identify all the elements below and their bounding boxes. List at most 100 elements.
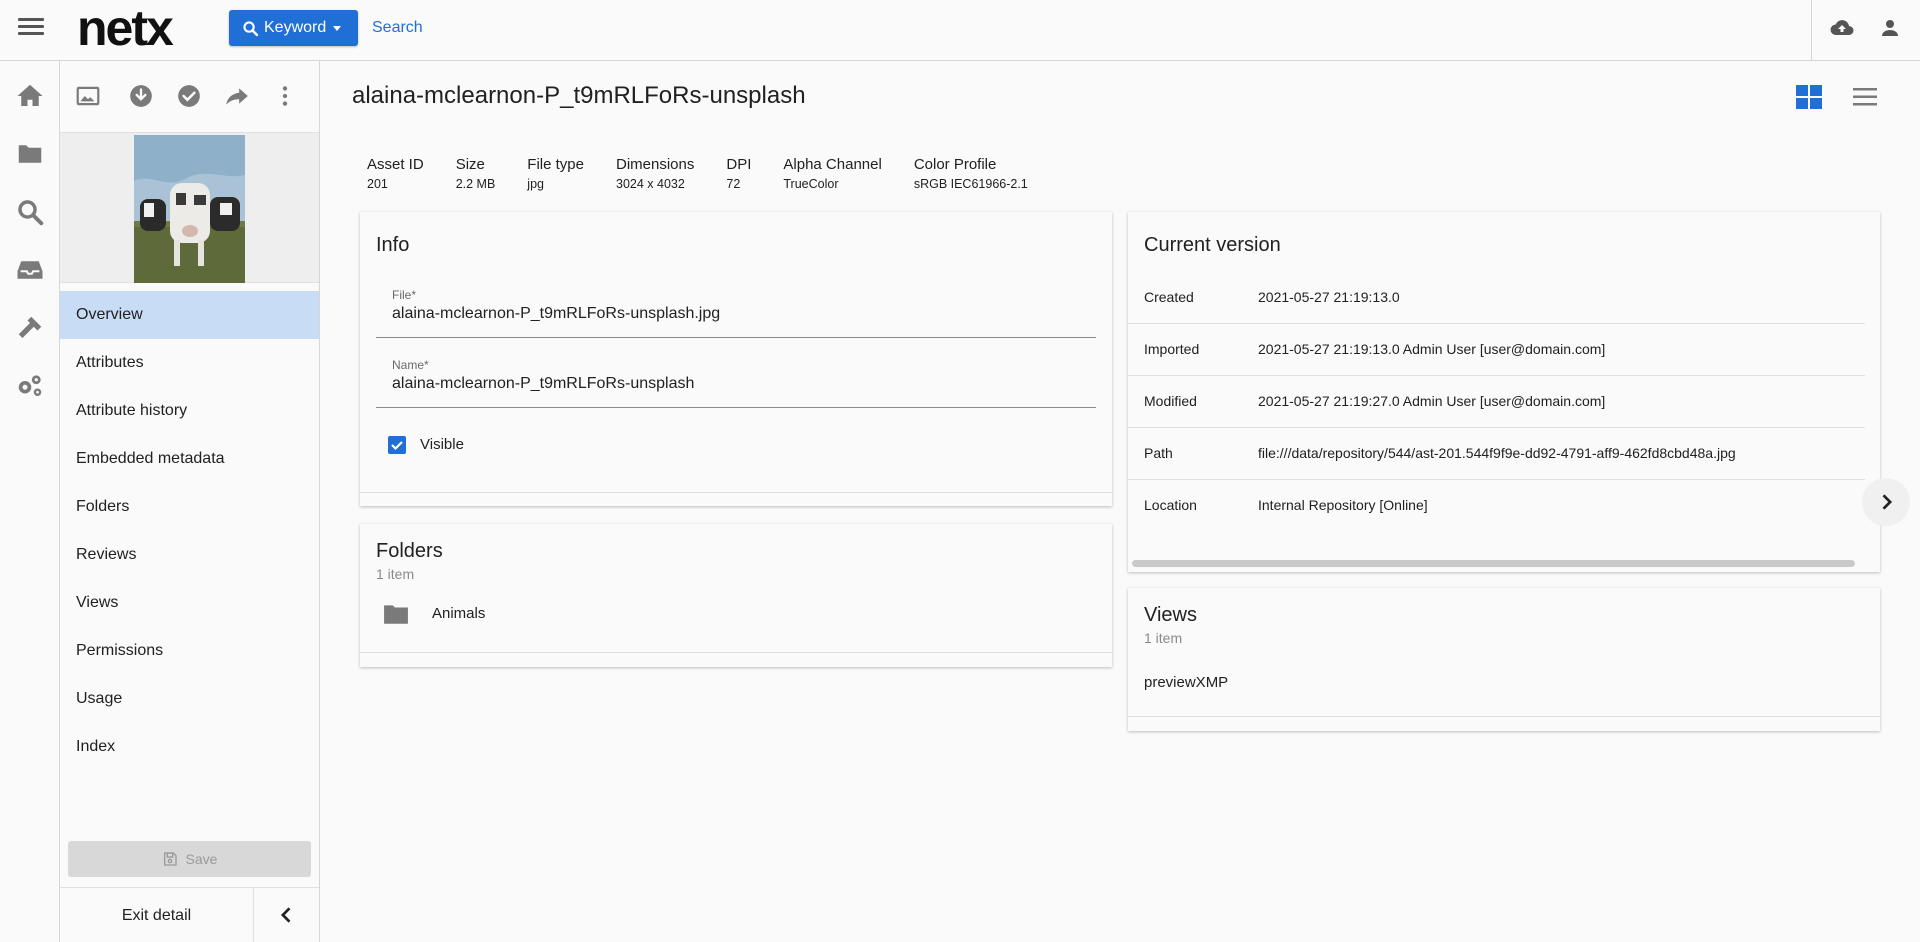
nav-item-reviews[interactable]: Reviews [60, 531, 319, 579]
inbox-icon[interactable] [15, 255, 45, 285]
share-icon[interactable] [224, 83, 250, 109]
name-field-label: Name* [392, 358, 429, 372]
name-input[interactable] [392, 372, 1082, 396]
hamburger-menu-icon[interactable] [18, 15, 44, 41]
nav-item-overview[interactable]: Overview [60, 291, 319, 339]
list-view-icon[interactable] [1851, 84, 1879, 110]
nav-item-attribute-history[interactable]: Attribute history [60, 387, 319, 435]
file-input[interactable] [392, 302, 1082, 326]
folders-card-title: Folders [376, 540, 443, 562]
info-card-title: Info [376, 234, 410, 256]
meta-file-type: File type jpg [527, 156, 584, 191]
chevron-left-icon [280, 907, 291, 923]
meta-size: Size 2.2 MB [456, 156, 496, 191]
save-button-label: Save [185, 851, 218, 867]
visible-label: Visible [420, 436, 464, 453]
image-icon[interactable] [75, 83, 101, 109]
views-card-title: Views [1144, 604, 1197, 626]
next-asset-button[interactable] [1862, 478, 1910, 526]
version-value: 2021-05-27 21:19:13.0 Admin User [user@d… [1258, 341, 1606, 357]
meta-value: jpg [527, 177, 544, 191]
meta-dpi: DPI 72 [726, 156, 751, 191]
search-icon[interactable] [15, 197, 45, 227]
save-icon [163, 852, 177, 866]
meta-value: sRGB IEC61966-2.1 [913, 177, 1028, 191]
keyword-dropdown-button[interactable]: Keyword [229, 10, 358, 46]
gears-icon[interactable] [15, 371, 45, 401]
version-key: Imported [1144, 341, 1200, 357]
nav-item-usage[interactable]: Usage [60, 675, 319, 723]
meta-label: File type [527, 156, 584, 173]
hammer-icon[interactable] [15, 313, 45, 343]
asset-metadata-summary: Asset ID 201 Size 2.2 MB File type jpg Dime… [367, 156, 1060, 191]
meta-value: 2.2 MB [455, 177, 496, 191]
visible-checkbox[interactable] [388, 436, 406, 454]
grid-view-icon[interactable] [1795, 84, 1823, 110]
meta-value: 3024 x 4032 [616, 177, 685, 191]
more-vert-icon[interactable] [272, 83, 298, 109]
thumbnail-area [60, 133, 319, 283]
horizontal-scrollbar[interactable] [1132, 560, 1855, 567]
search-input[interactable] [372, 14, 772, 42]
nav-item-views[interactable]: Views [60, 579, 319, 627]
meta-label: Size [455, 156, 485, 173]
folder-icon[interactable] [15, 139, 45, 169]
version-row-modified: Modified 2021-05-27 21:19:27.0 Admin Use… [1128, 376, 1865, 428]
meta-value: TrueColor [783, 177, 839, 191]
views-count: 1 item [1144, 630, 1183, 646]
view-list-item[interactable]: previewXMP [1144, 674, 1228, 691]
top-bar: netx Keyword [0, 0, 1920, 61]
asset-toolbar [60, 61, 319, 133]
asset-side-panel: Overview Attributes Attribute history Em… [60, 61, 320, 942]
search-icon [243, 20, 259, 36]
divider [360, 652, 1112, 653]
version-key: Location [1144, 497, 1197, 513]
meta-dimensions: Dimensions 3024 x 4032 [616, 156, 694, 191]
version-value: file:///data/repository/544/ast-201.544f… [1258, 445, 1736, 461]
cloud-upload-icon[interactable] [1830, 16, 1854, 40]
file-field-label: File* [392, 288, 417, 302]
exit-detail-button[interactable]: Exit detail [60, 888, 253, 942]
nav-item-attributes[interactable]: Attributes [60, 339, 319, 387]
logo[interactable]: netx [77, 0, 174, 56]
download-icon[interactable] [128, 83, 154, 109]
meta-value: 72 [726, 177, 741, 191]
version-value: 2021-05-27 21:19:27.0 Admin User [user@d… [1258, 393, 1606, 409]
version-row-created: Created 2021-05-27 21:19:13.0 [1128, 272, 1865, 324]
info-card: Info File* Name* Visible [360, 212, 1112, 506]
meta-label: DPI [726, 156, 752, 173]
divider [1128, 716, 1880, 717]
folder-icon [384, 605, 408, 624]
panel-footer: Exit detail [60, 887, 319, 942]
version-key: Created [1144, 289, 1194, 305]
folder-name: Animals [432, 605, 486, 622]
home-icon[interactable] [15, 81, 45, 111]
save-button[interactable]: Save [68, 841, 311, 877]
meta-asset-id: Asset ID 201 [367, 156, 424, 191]
nav-item-embedded-metadata[interactable]: Embedded metadata [60, 435, 319, 483]
account-icon[interactable] [1878, 16, 1902, 40]
divider [360, 492, 1112, 493]
current-version-card: Current version Created 2021-05-27 21:19… [1128, 212, 1880, 572]
file-field: File* [376, 288, 1096, 338]
chevron-right-icon [1882, 494, 1893, 510]
views-card: Views 1 item previewXMP [1128, 588, 1880, 731]
page-title: alaina-mclearnon-P_t9mRLFoRs-unsplash [352, 82, 806, 109]
meta-label: Color Profile [913, 156, 997, 173]
asset-detail-nav: Overview Attributes Attribute history Em… [60, 291, 319, 771]
nav-item-permissions[interactable]: Permissions [60, 627, 319, 675]
nav-item-index[interactable]: Index [60, 723, 319, 771]
check-circle-icon[interactable] [176, 83, 202, 109]
collapse-panel-button[interactable] [253, 888, 319, 942]
version-row-path: Path file:///data/repository/544/ast-201… [1128, 428, 1865, 480]
meta-label: Alpha Channel [783, 156, 882, 173]
version-row-imported: Imported 2021-05-27 21:19:13.0 Admin Use… [1128, 324, 1865, 376]
nav-item-folders[interactable]: Folders [60, 483, 319, 531]
asset-thumbnail[interactable] [134, 135, 245, 283]
left-rail [0, 61, 60, 942]
version-value: Internal Repository [Online] [1258, 497, 1428, 513]
folder-list-item[interactable]: Animals [360, 586, 1112, 642]
folders-count: 1 item [376, 566, 415, 582]
name-field: Name* [376, 358, 1096, 408]
meta-label: Asset ID [367, 156, 424, 173]
